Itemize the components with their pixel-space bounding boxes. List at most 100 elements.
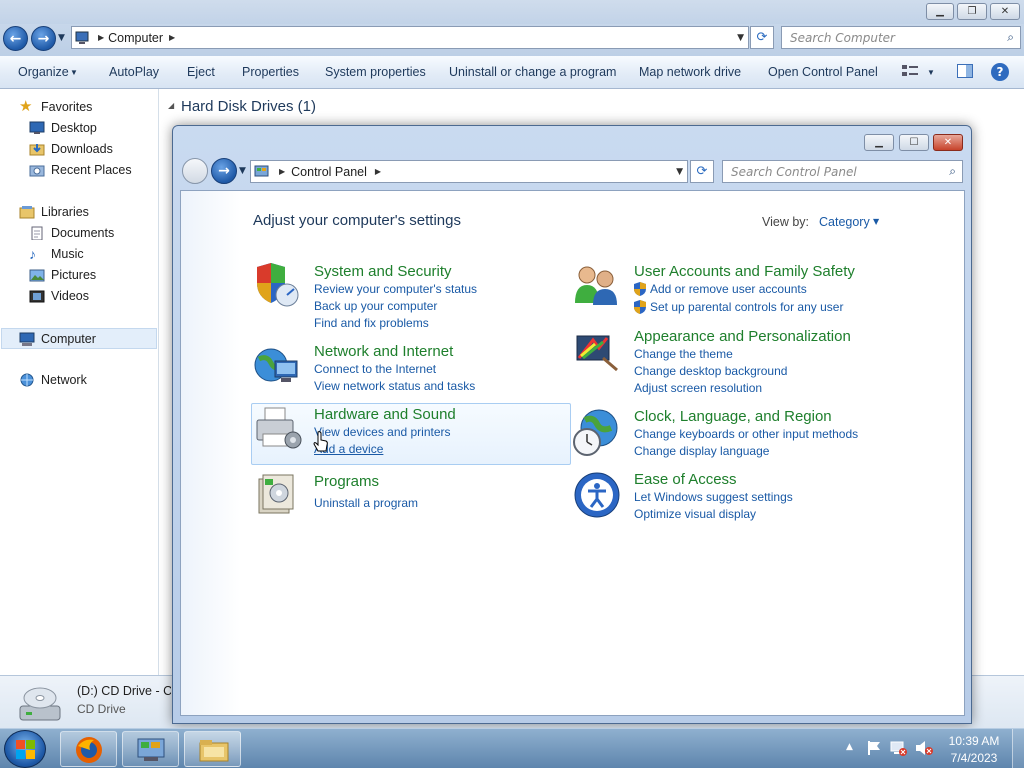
cp-minimize-button[interactable]: ▁	[864, 134, 894, 151]
close-button[interactable]: ✕	[990, 3, 1020, 20]
recent-places-icon	[29, 165, 45, 177]
recent-pages-dropdown-icon[interactable]: ▼	[58, 33, 65, 43]
collapse-group-icon[interactable]: ◢	[168, 101, 174, 110]
cp-refresh-icon[interactable]: ⟳	[690, 160, 714, 183]
organize-dropdown-icon[interactable]: ▼	[70, 68, 78, 77]
sidebar-item-videos[interactable]: Videos	[29, 286, 89, 306]
cp-address-dropdown-icon[interactable]: ▼	[676, 167, 683, 177]
sidebar-item-label: Favorites	[41, 100, 93, 114]
minimize-button[interactable]: ▁	[926, 3, 954, 20]
action-center-flag-icon[interactable]	[866, 740, 882, 756]
link-change-keyboards[interactable]: Change keyboards or other input methods	[634, 426, 858, 443]
breadcrumb-chevron-icon[interactable]: ▶	[169, 33, 175, 42]
cp-breadcrumb-separator-icon[interactable]: ▶	[279, 167, 285, 176]
sidebar-item-favorites[interactable]: ★ Favorites	[19, 97, 92, 117]
content-gradient	[181, 191, 241, 715]
link-back-up-computer[interactable]: Back up your computer	[314, 298, 437, 315]
sidebar-item-libraries[interactable]: Libraries	[19, 202, 89, 222]
breadcrumb-computer[interactable]: Computer	[108, 31, 163, 45]
address-bar[interactable]: ▶ Computer ▶ ▼	[71, 26, 749, 49]
map-network-drive-button[interactable]: Map network drive	[639, 65, 741, 79]
link-change-theme[interactable]: Change the theme	[634, 346, 733, 363]
refresh-icon[interactable]: ⟳	[750, 26, 774, 49]
link-optimize-visual-display[interactable]: Optimize visual display	[634, 506, 756, 523]
view-by-category-dropdown[interactable]: Category	[819, 215, 870, 229]
cp-search-input[interactable]: Search Control Panel ⌕	[722, 160, 963, 183]
link-windows-suggest-settings[interactable]: Let Windows suggest settings	[634, 489, 793, 506]
cp-back-button[interactable]	[182, 158, 208, 184]
taskbar-control-panel[interactable]	[122, 731, 179, 767]
category-programs[interactable]: Programs	[314, 473, 379, 490]
group-header-hard-disk-drives[interactable]: Hard Disk Drives (1)	[181, 98, 316, 115]
cp-breadcrumb-control-panel[interactable]: Control Panel	[291, 165, 367, 179]
category-clock-language-region[interactable]: Clock, Language, and Region	[634, 408, 832, 425]
search-computer-input[interactable]: Search Computer ⌕	[781, 26, 1021, 49]
autoplay-button[interactable]: AutoPlay	[109, 65, 159, 79]
sidebar-item-label: Videos	[51, 289, 89, 303]
taskbar-windows-explorer[interactable]	[184, 731, 241, 767]
sidebar-item-desktop[interactable]: Desktop	[29, 118, 97, 138]
search-icon[interactable]: ⌕	[1007, 30, 1014, 45]
link-adjust-resolution[interactable]: Adjust screen resolution	[634, 380, 762, 397]
cp-close-button[interactable]: ✕	[933, 134, 963, 151]
open-control-panel-button[interactable]: Open Control Panel	[768, 65, 878, 79]
network-status-icon[interactable]	[890, 740, 908, 756]
help-icon[interactable]: ?	[991, 63, 1009, 81]
system-properties-button[interactable]: System properties	[325, 65, 426, 79]
search-placeholder: Search Computer	[790, 30, 895, 45]
explorer-command-bar: Organize ▼ AutoPlay Eject Properties Sys…	[0, 56, 1024, 89]
sidebar-item-music[interactable]: ♪ Music	[29, 244, 84, 264]
navigation-pane: ★ Favorites Desktop Downloads Recent Pla…	[0, 89, 159, 675]
restore-button[interactable]: ❐	[957, 3, 987, 20]
category-hardware-and-sound[interactable]: Hardware and Sound	[314, 406, 456, 423]
organize-button[interactable]: Organize	[18, 65, 69, 79]
back-button[interactable]: ←	[3, 26, 28, 51]
show-desktop-button[interactable]	[1012, 729, 1024, 768]
show-hidden-icons-button[interactable]: ▲	[846, 742, 853, 752]
sidebar-item-pictures[interactable]: Pictures	[29, 265, 96, 285]
properties-button[interactable]: Properties	[242, 65, 299, 79]
uninstall-program-button[interactable]: Uninstall or change a program	[449, 65, 616, 79]
sidebar-item-recent-places[interactable]: Recent Places	[29, 160, 132, 180]
clock-time[interactable]: 10:39 AM	[946, 734, 1002, 748]
category-ease-of-access[interactable]: Ease of Access	[634, 471, 737, 488]
link-find-fix-problems[interactable]: Find and fix problems	[314, 315, 429, 332]
volume-muted-icon[interactable]	[915, 740, 933, 756]
link-add-remove-accounts[interactable]: Add or remove user accounts	[650, 281, 807, 298]
cp-forward-button[interactable]: →	[211, 158, 237, 184]
sidebar-item-downloads[interactable]: Downloads	[29, 139, 113, 159]
view-options-icon[interactable]	[902, 64, 918, 78]
sidebar-item-network[interactable]: Network	[19, 370, 87, 390]
cp-recent-pages-icon[interactable]: ▼	[239, 166, 246, 176]
eject-button[interactable]: Eject	[187, 65, 215, 79]
cp-breadcrumb-chevron-icon[interactable]: ▶	[375, 167, 381, 176]
link-view-devices-printers[interactable]: View devices and printers	[314, 424, 451, 441]
category-system-and-security[interactable]: System and Security	[314, 263, 452, 280]
link-review-status[interactable]: Review your computer's status	[314, 281, 477, 298]
sidebar-item-computer[interactable]: Computer	[1, 328, 157, 349]
forward-button[interactable]: →	[31, 26, 56, 51]
category-appearance[interactable]: Appearance and Personalization	[634, 328, 851, 345]
cp-maximize-button[interactable]: ☐	[899, 134, 929, 151]
cp-address-bar[interactable]: ▶ Control Panel ▶ ▼	[250, 160, 688, 183]
breadcrumb-separator-icon[interactable]: ▶	[98, 33, 104, 42]
category-user-accounts[interactable]: User Accounts and Family Safety	[634, 263, 855, 280]
link-change-background[interactable]: Change desktop background	[634, 363, 787, 380]
link-change-display-language[interactable]: Change display language	[634, 443, 769, 460]
cp-search-icon[interactable]: ⌕	[949, 164, 956, 179]
link-parental-controls[interactable]: Set up parental controls for any user	[650, 299, 843, 316]
link-uninstall-program[interactable]: Uninstall a program	[314, 495, 418, 512]
explorer-titlebar[interactable]: ▁ ❐ ✕	[0, 0, 1024, 24]
link-connect-internet[interactable]: Connect to the Internet	[314, 361, 436, 378]
start-button[interactable]	[4, 730, 46, 768]
sidebar-item-documents[interactable]: Documents	[29, 223, 114, 243]
preview-pane-icon[interactable]	[957, 64, 973, 78]
link-view-network-status[interactable]: View network status and tasks	[314, 378, 475, 395]
address-dropdown-icon[interactable]: ▼	[737, 33, 744, 43]
taskbar-firefox[interactable]	[60, 731, 117, 767]
view-by-dropdown-icon[interactable]: ▼	[873, 217, 879, 226]
clock-date[interactable]: 7/4/2023	[946, 751, 1002, 765]
category-network-and-internet[interactable]: Network and Internet	[314, 343, 453, 360]
view-dropdown-icon[interactable]: ▼	[927, 68, 935, 77]
sidebar-item-label: Documents	[51, 226, 115, 240]
